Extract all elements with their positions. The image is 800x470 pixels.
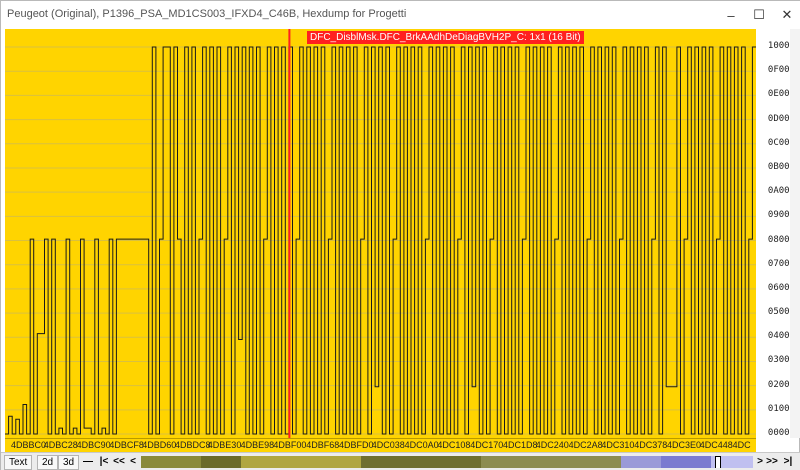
x-tick-label: 4DC0A0 xyxy=(404,440,439,450)
fast-forward-button[interactable]: >> xyxy=(765,455,779,470)
collapse-button[interactable]: — xyxy=(81,455,95,470)
x-tick-label: 4DC448 xyxy=(699,440,733,450)
last-page-button[interactable]: >| xyxy=(781,455,795,470)
first-page-button[interactable]: |< xyxy=(98,455,110,470)
x-tick-label: 4DC3E0 xyxy=(667,440,702,450)
x-tick-label: 4DBE30 xyxy=(207,440,242,450)
overview-segment xyxy=(661,456,711,468)
x-tick-label: 4DBBC0 xyxy=(11,440,47,450)
x-axis: 4DBBC0 4DBC28 4DBC90 4DBCF8 4DBD60 4DBDC8 4DBE… xyxy=(5,438,756,452)
forward-button[interactable]: > xyxy=(755,455,765,470)
status-bar: Text 2d 3d — |< << < > >> >| xyxy=(1,452,800,470)
title-bar[interactable]: Peugeot (Original), P1396_PSA_MD1CS003_I… xyxy=(1,1,800,29)
maximize-button[interactable]: ☐ xyxy=(745,1,773,29)
tab-text[interactable]: Text xyxy=(4,455,33,470)
map-name-label: DFC_DisblMsk.DFC_BrkAAdhDeDiagBVH2P_C: 1… xyxy=(307,31,584,44)
x-tick-label: 4DC378 xyxy=(634,440,668,450)
hexdump-graph[interactable] xyxy=(5,29,756,438)
fast-back-button[interactable]: << xyxy=(112,455,126,470)
back-button[interactable]: < xyxy=(128,455,138,470)
x-tick-label: 4DC038 xyxy=(371,440,405,450)
overview-segment xyxy=(361,456,481,468)
x-tick-label: 4DBF00 xyxy=(273,440,307,450)
hexdump-plot-area[interactable] xyxy=(5,29,756,438)
x-tick-label: 4DBDC8 xyxy=(175,440,211,450)
overview-segment xyxy=(481,456,621,468)
overview-segment xyxy=(201,456,241,468)
overview-segment xyxy=(621,456,661,468)
overview-segment xyxy=(141,456,201,468)
tab-2d[interactable]: 2d xyxy=(37,455,59,470)
x-tick-label: 4DC108 xyxy=(437,440,471,450)
close-button[interactable]: ✕ xyxy=(773,1,800,29)
hexdump-window: Peugeot (Original), P1396_PSA_MD1CS003_I… xyxy=(0,0,800,470)
overview-segment xyxy=(241,456,361,468)
x-tick-label: 4DC310 xyxy=(601,440,635,450)
x-tick-label: 4DBC28 xyxy=(43,440,78,450)
minimize-button[interactable]: – xyxy=(717,1,745,29)
x-tick-label: 4DC xyxy=(732,440,751,450)
x-tick-label: 4DBCF8 xyxy=(109,440,144,450)
x-tick-label: 4DC1D8 xyxy=(503,440,538,450)
overview-scrollbar[interactable] xyxy=(141,456,753,468)
x-tick-label: 4DBF68 xyxy=(306,440,340,450)
tab-3d[interactable]: 3d xyxy=(58,455,80,470)
vertical-scrollbar[interactable] xyxy=(790,29,800,438)
x-tick-label: 4DC170 xyxy=(470,440,504,450)
x-tick-label: 4DBC90 xyxy=(76,440,111,450)
x-tick-label: 4DBD60 xyxy=(142,440,177,450)
x-tick-label: 4DC240 xyxy=(535,440,569,450)
x-tick-label: 4DC2A8 xyxy=(568,440,603,450)
overview-thumb[interactable] xyxy=(715,456,721,468)
window-title: Peugeot (Original), P1396_PSA_MD1CS003_I… xyxy=(7,8,407,20)
x-tick-label: 4DBE98 xyxy=(240,440,275,450)
x-tick-label: 4DBFD0 xyxy=(339,440,374,450)
